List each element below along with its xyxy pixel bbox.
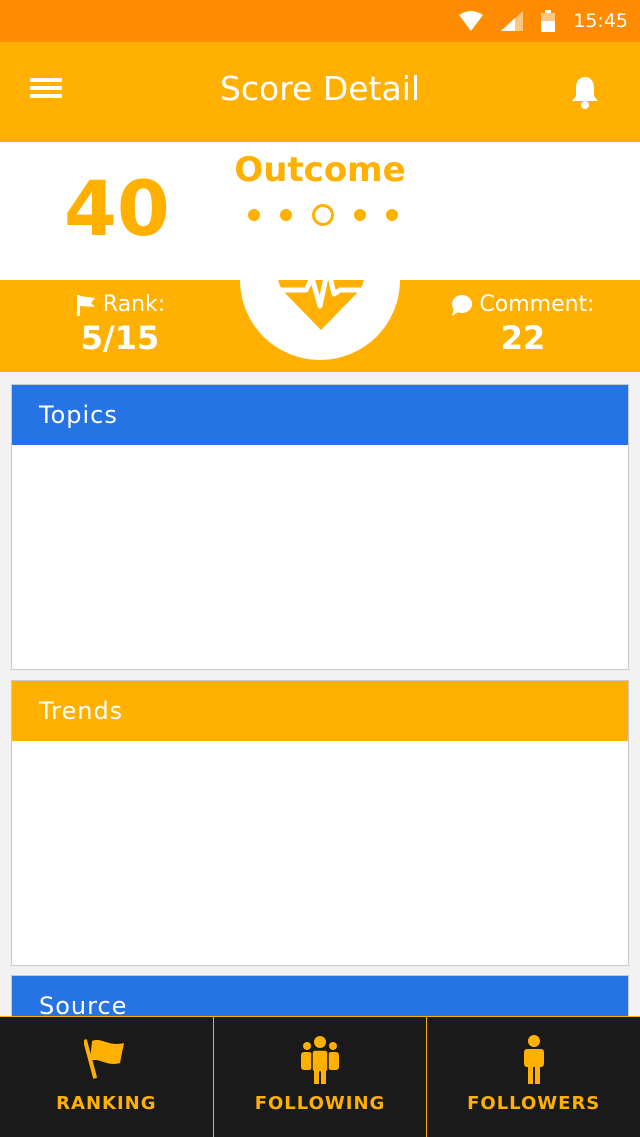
comment-label: Comment: [479,292,595,317]
page-title: Score Detail [219,69,421,108]
trends-card: Trends [11,680,629,966]
wifi-icon [459,11,484,31]
rank-label: Rank: [102,292,166,317]
page-indicator [248,200,398,230]
bottom-nav: RANKING FOLLOWING FOLLOWERS [0,1016,640,1137]
status-icons: 15:45 [459,0,628,42]
page-dot[interactable] [248,209,260,221]
page-dot-active[interactable] [312,204,334,226]
rank-value: 5/15 [80,319,160,357]
nav-ranking[interactable]: RANKING [0,1017,213,1137]
comment-stat: Comment: 22 [440,292,606,357]
heart-pulse-icon [278,280,364,330]
nav-following[interactable]: FOLLOWING [212,1017,427,1137]
flag-icon [76,294,95,316]
page-dot[interactable] [386,209,398,221]
battery-icon [541,10,556,32]
person-icon [523,1035,544,1084]
nav-following-label: FOLLOWING [254,1093,386,1114]
page-dot[interactable] [354,209,366,221]
status-bar: 15:45 [0,0,640,42]
trends-card-title: Trends [12,681,628,741]
stats-band: Rank: 5/15 Comment: 22 [0,280,640,372]
outcome-label: Outcome [234,150,406,190]
nav-followers-label: FOLLOWERS [467,1093,601,1114]
topics-card-title: Topics [12,385,628,445]
group-icon [301,1036,339,1084]
rank-stat: Rank: 5/15 [40,292,200,357]
bell-icon[interactable] [570,74,600,110]
status-time: 15:45 [573,10,628,32]
app-bar: Score Detail [0,42,640,142]
score-panel: 40 Outcome [0,142,640,280]
flag-icon [84,1039,125,1079]
signal-icon [501,11,524,31]
topics-card: Topics [11,384,629,670]
comment-icon [452,294,473,316]
page-dot[interactable] [280,209,292,221]
nav-followers[interactable]: FOLLOWERS [426,1017,640,1137]
nav-ranking-label: RANKING [56,1093,157,1114]
comment-value: 22 [500,319,546,357]
